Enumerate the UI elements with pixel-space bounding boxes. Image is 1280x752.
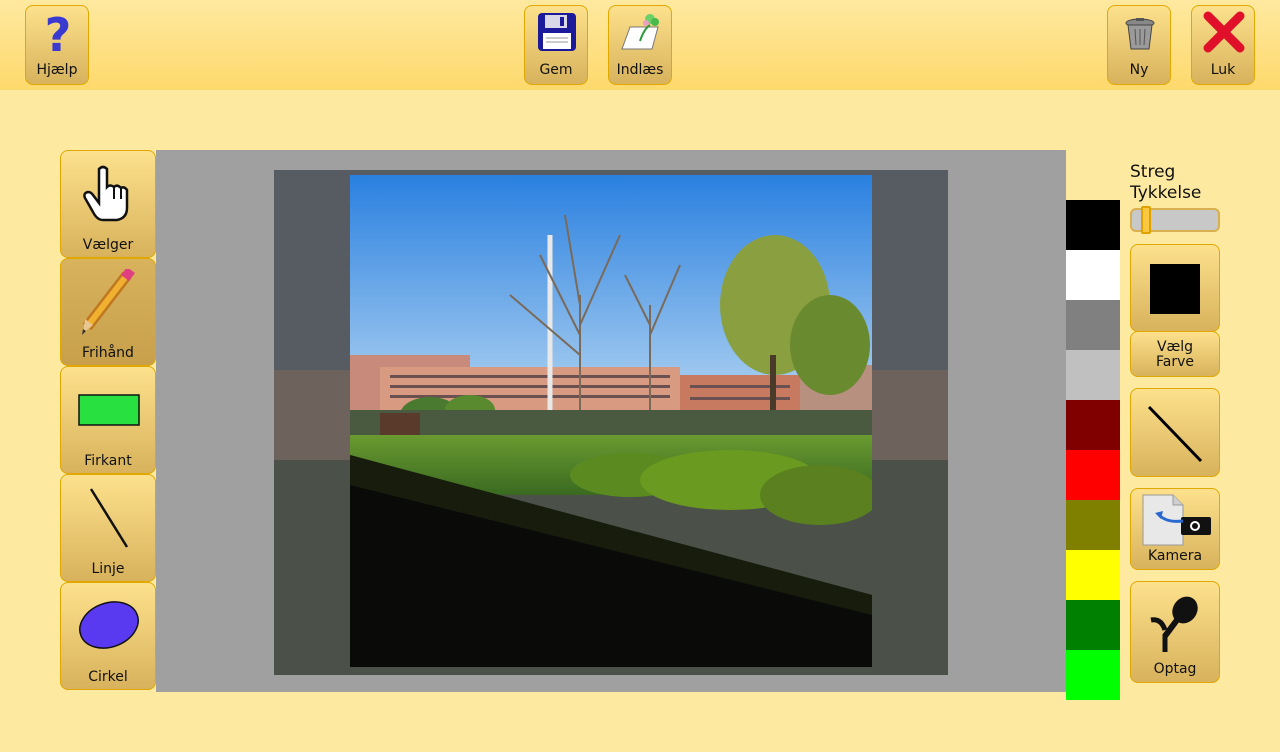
stroke-line-icon bbox=[1147, 405, 1203, 463]
current-color-swatch-icon bbox=[1150, 264, 1200, 314]
tool-selector-label: Vælger bbox=[82, 237, 134, 253]
stroke-label-line2: Tykkelse bbox=[1130, 183, 1202, 203]
record-label: Optag bbox=[1153, 661, 1197, 677]
color-swatch-black[interactable] bbox=[1066, 200, 1120, 250]
color-swatch-yellow[interactable] bbox=[1066, 550, 1120, 600]
close-button[interactable]: Luk bbox=[1191, 5, 1255, 85]
save-button[interactable]: Gem bbox=[524, 5, 588, 85]
color-swatch-maroon[interactable] bbox=[1066, 400, 1120, 450]
campus-photo bbox=[350, 175, 872, 667]
color-swatch-white[interactable] bbox=[1066, 250, 1120, 300]
microphone-icon bbox=[1150, 596, 1198, 652]
stroke-label-line1: Streg bbox=[1130, 162, 1176, 182]
trash-can-icon bbox=[1125, 18, 1155, 50]
tool-selector[interactable]: Vælger bbox=[60, 150, 156, 258]
tool-rectangle-label: Firkant bbox=[84, 453, 132, 469]
question-mark-icon: ? bbox=[45, 11, 72, 57]
drawing-canvas[interactable] bbox=[156, 150, 1066, 692]
pencil-icon bbox=[82, 269, 135, 335]
camera-button[interactable]: Kamera bbox=[1130, 488, 1220, 570]
close-label: Luk bbox=[1210, 62, 1236, 78]
tool-line[interactable]: Linje bbox=[60, 474, 156, 582]
save-label: Gem bbox=[539, 62, 573, 78]
campus-photo-image bbox=[350, 175, 872, 667]
choose-color-label-line2: Farve bbox=[1155, 354, 1194, 370]
ellipse-icon bbox=[79, 601, 139, 649]
photo-frame bbox=[274, 170, 948, 675]
open-picture-icon bbox=[621, 14, 659, 50]
color-swatch-green[interactable] bbox=[1066, 600, 1120, 650]
close-icon bbox=[1203, 11, 1245, 53]
stroke-thickness-slider[interactable] bbox=[1130, 206, 1220, 234]
color-swatch-olive[interactable] bbox=[1066, 500, 1120, 550]
floppy-disk-icon bbox=[538, 13, 576, 51]
choose-color-button[interactable]: Vælg Farve bbox=[1130, 331, 1220, 377]
help-label: Hjælp bbox=[36, 62, 78, 78]
line-icon bbox=[89, 488, 129, 548]
tool-freehand[interactable]: Frihånd bbox=[60, 258, 156, 366]
svg-text:?: ? bbox=[45, 11, 72, 57]
load-button[interactable]: Indlæs bbox=[608, 5, 672, 85]
choose-color-label-line1: Vælg bbox=[1156, 339, 1194, 355]
tool-circle-label: Cirkel bbox=[88, 669, 128, 685]
color-swatch-red[interactable] bbox=[1066, 450, 1120, 500]
new-label: Ny bbox=[1129, 62, 1149, 78]
record-button[interactable]: Optag bbox=[1130, 581, 1220, 683]
camera-label: Kamera bbox=[1147, 548, 1203, 564]
color-swatch-silver[interactable] bbox=[1066, 350, 1120, 400]
tool-rectangle[interactable]: Firkant bbox=[60, 366, 156, 474]
hand-pointer-icon bbox=[83, 165, 129, 222]
color-swatch-gray[interactable] bbox=[1066, 300, 1120, 350]
stroke-thickness-thumb[interactable] bbox=[1140, 206, 1151, 234]
tool-line-label: Linje bbox=[91, 561, 125, 577]
tool-freehand-label: Frihånd bbox=[82, 345, 134, 361]
rectangle-icon bbox=[78, 394, 140, 426]
help-button[interactable]: ? Hjælp bbox=[25, 5, 89, 85]
stroke-preview-button[interactable] bbox=[1130, 388, 1220, 477]
color-swatch-lime[interactable] bbox=[1066, 650, 1120, 700]
current-color-button[interactable] bbox=[1130, 244, 1220, 332]
new-button[interactable]: Ny bbox=[1107, 5, 1171, 85]
tool-circle[interactable]: Cirkel bbox=[60, 582, 156, 690]
camera-import-icon bbox=[1142, 494, 1211, 546]
load-label: Indlæs bbox=[616, 62, 664, 78]
color-palette bbox=[1066, 200, 1120, 700]
